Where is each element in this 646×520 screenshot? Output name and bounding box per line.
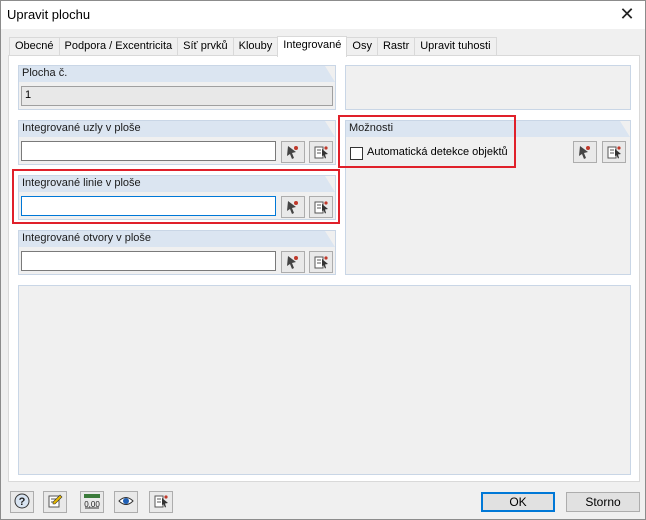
pick-lines-button[interactable] [281,196,305,218]
tab-podpora-excentricita[interactable]: Podpora / Excentricita [58,37,179,56]
select-options-list-button[interactable] [602,141,626,163]
cancel-button[interactable]: Storno [566,492,640,512]
integrated-lines-input[interactable] [21,196,276,216]
eye-icon [118,493,134,512]
group-integrated-lines-header: Integrované linie v ploše [19,176,335,192]
plocha-number-field: 1 [21,86,333,106]
pick-nodes-button[interactable] [281,141,305,163]
tab-klouby[interactable]: Klouby [232,37,279,56]
view-button[interactable] [114,491,138,513]
group-options-header: Možnosti [346,121,630,137]
auto-detect-checkbox[interactable] [350,147,363,160]
pick-options-button[interactable] [573,141,597,163]
tab-sit-prvku[interactable]: Síť prvků [177,37,234,56]
units-button[interactable]: 0,00 [80,491,104,513]
help-button[interactable]: ? [10,491,34,513]
select-list-icon [313,254,329,270]
tab-upravit-tuhosti[interactable]: Upravit tuhosti [414,37,497,56]
select-openings-list-button[interactable] [309,251,333,273]
help-icon: ? [14,493,30,512]
tab-panel: Plocha č. 1 Integrované uzly v ploše Int… [8,55,640,482]
pick-arrow-icon [285,199,301,215]
close-button[interactable]: ✕ [615,3,639,25]
pick-openings-button[interactable] [281,251,305,273]
right-top-panel [345,65,631,110]
group-options: Možnosti Automatická detekce objektů [345,120,631,275]
pick-arrow-icon [285,254,301,270]
pick-arrow-icon [285,144,301,160]
group-integrated-nodes-header: Integrované uzly v ploše [19,121,335,137]
tab-osy[interactable]: Osy [346,37,378,56]
title-bar: Upravit plochu ✕ [1,1,645,29]
info-panel [18,285,631,475]
units-icon: 0,00 [83,493,101,512]
group-integrated-openings: Integrované otvory v ploše [18,230,336,275]
edit-button[interactable] [43,491,67,513]
group-integrated-nodes: Integrované uzly v ploše [18,120,336,165]
edit-icon [47,493,63,512]
group-integrated-lines: Integrované linie v ploše [18,175,336,220]
ok-button[interactable]: OK [481,492,555,512]
svg-text:?: ? [19,496,26,508]
group-integrated-openings-header: Integrované otvory v ploše [19,231,335,247]
dialog-window: Upravit plochu ✕ Obecné Podpora / Excent… [0,0,646,520]
select-icon [153,493,169,512]
select-nodes-list-button[interactable] [309,141,333,163]
tab-strip: Obecné Podpora / Excentricita Síť prvků … [9,36,497,57]
tab-obecne[interactable]: Obecné [9,37,60,56]
auto-detect-label: Automatická detekce objektů [367,146,508,158]
group-plocha-header: Plocha č. [19,66,335,82]
window-title: Upravit plochu [7,7,91,22]
pick-arrow-icon [577,144,593,160]
select-list-icon [313,199,329,215]
select-list-icon [606,144,622,160]
group-plocha: Plocha č. 1 [18,65,336,110]
integrated-openings-input[interactable] [21,251,276,271]
tab-rastr[interactable]: Rastr [376,37,416,56]
select-lines-list-button[interactable] [309,196,333,218]
select-button[interactable] [149,491,173,513]
tab-integrovane[interactable]: Integrované [277,36,348,57]
integrated-nodes-input[interactable] [21,141,276,161]
select-list-icon [313,144,329,160]
